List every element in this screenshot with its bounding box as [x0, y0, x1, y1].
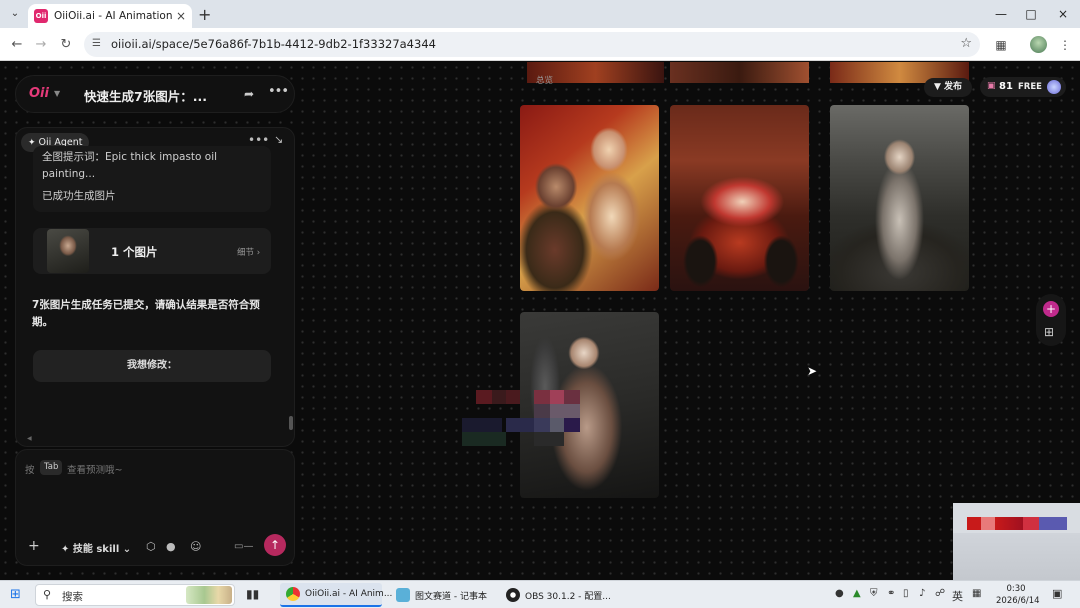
tab-key-hint: Tab [40, 460, 63, 475]
overview-label: 总览 [536, 76, 554, 86]
app-canvas[interactable]: Oii ▼ 快速生成7张图片：... ➦ ••• ✦ Oii Agent ••• … [0, 62, 1080, 580]
layout-grid-icon[interactable]: ⊞ [1044, 325, 1054, 339]
image-count-label: 1 个图片 [111, 245, 158, 259]
credit-icon: ▣ [987, 81, 996, 91]
ime-language[interactable]: 英 [952, 588, 963, 604]
reload-icon[interactable]: ↻ [57, 36, 75, 54]
composer-placeholder[interactable]: 查看预测哦~ [67, 462, 122, 476]
notification-icon[interactable]: ▣ [1052, 587, 1062, 600]
blurred-webcam-overlay [953, 503, 1080, 580]
security-shield-icon[interactable]: ⛨ [870, 588, 878, 599]
generated-image-1[interactable] [520, 105, 659, 291]
tab-title: OiiOii.ai - AI Animation agent [54, 10, 174, 22]
cube-icon[interactable]: ⬡ [146, 540, 156, 553]
windows-start-icon[interactable]: ⊞ [10, 588, 24, 602]
tab-close-icon[interactable]: × [176, 9, 186, 23]
skill-selector[interactable]: ✦ 技能 skill ⌄ [61, 540, 131, 555]
sparkle-icon: ✦ [28, 138, 36, 148]
mouse-cursor-icon: ➤ [807, 364, 818, 378]
logo-chevron-down-icon[interactable]: ▼ [54, 89, 60, 98]
url-text[interactable]: oiioii.ai/space/5e76a86f-7b1b-4412-9db2-… [111, 37, 436, 51]
scroll-left-icon[interactable]: ◀ [27, 435, 32, 442]
voice-control[interactable]: ▭— [234, 541, 253, 552]
search-highlight-image [186, 586, 232, 604]
agent-chat-panel: ✦ Oii Agent ••• ↘ 全图提示词：Epic thick impast… [15, 127, 295, 447]
system-clock[interactable]: 0:30 2026/6/14 [996, 583, 1040, 607]
browser-menu-icon[interactable]: ⋮ [1056, 36, 1074, 54]
emoji-icon[interactable]: ☺ [190, 540, 201, 553]
network-icon[interactable]: ☍ [935, 588, 945, 599]
generated-image-3[interactable] [830, 105, 969, 291]
modify-button[interactable]: 我想修改： [33, 350, 271, 382]
microphone-icon[interactable]: ⚭ [887, 588, 895, 599]
credit-count: 81 [999, 81, 1013, 92]
generation-message-card: 全图提示词：Epic thick impasto oil painting...… [33, 146, 271, 212]
forward-arrow-icon[interactable]: → [32, 36, 50, 54]
more-options-icon[interactable]: ••• [268, 84, 289, 99]
chat-scrollbar[interactable] [289, 416, 293, 430]
hint-prefix: 按 [25, 465, 35, 476]
message-composer[interactable]: 按 Tab 查看预测哦~ + ✦ 技能 skill ⌄ ⬡ ● ☺ ▭— ↑ [15, 449, 295, 566]
obs-icon [506, 588, 520, 602]
window-maximize-icon[interactable]: □ [1020, 5, 1042, 23]
send-button[interactable]: ↑ [264, 534, 286, 556]
share-icon[interactable]: ➦ [244, 87, 254, 101]
windows-taskbar: ⊞ ⚲ 搜索 ▮▮ OiiOii.ai - AI Anim... 图文赛道 - … [0, 580, 1080, 608]
project-header: Oii ▼ 快速生成7张图片：... ➦ ••• [15, 75, 295, 113]
credits-badge[interactable]: ▣ 81 FREE [980, 77, 1066, 97]
project-title[interactable]: 快速生成7张图片：... [84, 86, 207, 105]
window-minimize-icon[interactable]: — [990, 5, 1012, 23]
search-icon: ⚲ [43, 588, 52, 601]
task-view-icon[interactable]: ▮▮ [246, 587, 259, 601]
browser-tab-active[interactable]: Oii OiiOii.ai - AI Animation agent × [28, 4, 192, 28]
success-message: 已成功生成图片 [42, 190, 116, 202]
taskbar-item-obs[interactable]: OBS 30.1.2 - 配置... [500, 583, 611, 607]
publish-icon: ▼ [933, 82, 941, 92]
bookmark-star-icon[interactable]: ☆ [960, 36, 972, 51]
partial-image-strip-2 [670, 62, 809, 83]
notepad-icon [396, 588, 410, 602]
taskbar-item-chrome[interactable]: OiiOii.ai - AI Anim... [280, 583, 392, 607]
ime-mode-icon[interactable]: ▦ [972, 588, 981, 599]
tray-app-icon-1[interactable]: ● [835, 588, 844, 599]
image-thumbnail[interactable] [47, 229, 89, 273]
tray-app-icon-2[interactable]: ▲ [853, 588, 861, 599]
user-avatar[interactable] [1047, 80, 1061, 94]
site-settings-icon[interactable]: ☰ [92, 38, 106, 51]
browser-toolbar: ← → ↻ ☰ oiioii.ai/space/5e76a86f-7b1b-44… [0, 28, 1080, 61]
prompt-excerpt: 全图提示词：Epic thick impasto oil painting... [42, 151, 218, 180]
canvas-side-tools: + ⊞ [1036, 294, 1066, 346]
tab-search-chevron-icon[interactable]: ⌄ [6, 6, 24, 22]
panel-more-icon[interactable]: ••• [248, 133, 269, 147]
browser-tab-strip: ⌄ Oii OiiOii.ai - AI Animation agent × +… [0, 0, 1080, 28]
agent-message: 7张图片生成任务已提交，请确认结果是否符合预期。 [32, 299, 260, 328]
address-bar[interactable]: ☰ oiioii.ai/space/5e76a86f-7b1b-4412-9db… [84, 32, 980, 57]
profile-avatar[interactable] [1030, 36, 1047, 53]
extensions-icon[interactable]: ▦ [992, 36, 1010, 54]
back-arrow-icon[interactable]: ← [8, 36, 26, 54]
image-result-card[interactable]: 1 个图片 细节 › [33, 228, 271, 274]
volume-icon[interactable]: ♪ [919, 588, 925, 599]
attach-plus-icon[interactable]: + [28, 538, 40, 554]
chrome-icon [286, 587, 300, 601]
assets-icon[interactable]: ● [166, 540, 176, 553]
taskbar-search[interactable]: ⚲ 搜索 [35, 584, 235, 606]
add-node-plus-icon[interactable]: + [1043, 301, 1059, 317]
plan-label: FREE [1018, 82, 1042, 92]
new-tab-plus-icon[interactable]: + [198, 5, 211, 24]
taskbar-search-text: 搜索 [62, 591, 83, 603]
collapse-panel-icon[interactable]: ↘ [274, 133, 283, 146]
publish-button[interactable]: ▼ 发布 [924, 78, 972, 97]
oii-logo[interactable]: Oii [29, 86, 49, 101]
window-close-icon[interactable]: × [1052, 5, 1074, 23]
generated-image-2[interactable] [670, 105, 809, 291]
taskbar-item-notepad[interactable]: 图文赛道 - 记事本 [390, 583, 492, 607]
battery-icon[interactable]: ▯ [903, 588, 909, 599]
oiioii-favicon-icon: Oii [34, 9, 48, 23]
detail-link[interactable]: 细节 › [237, 246, 260, 258]
